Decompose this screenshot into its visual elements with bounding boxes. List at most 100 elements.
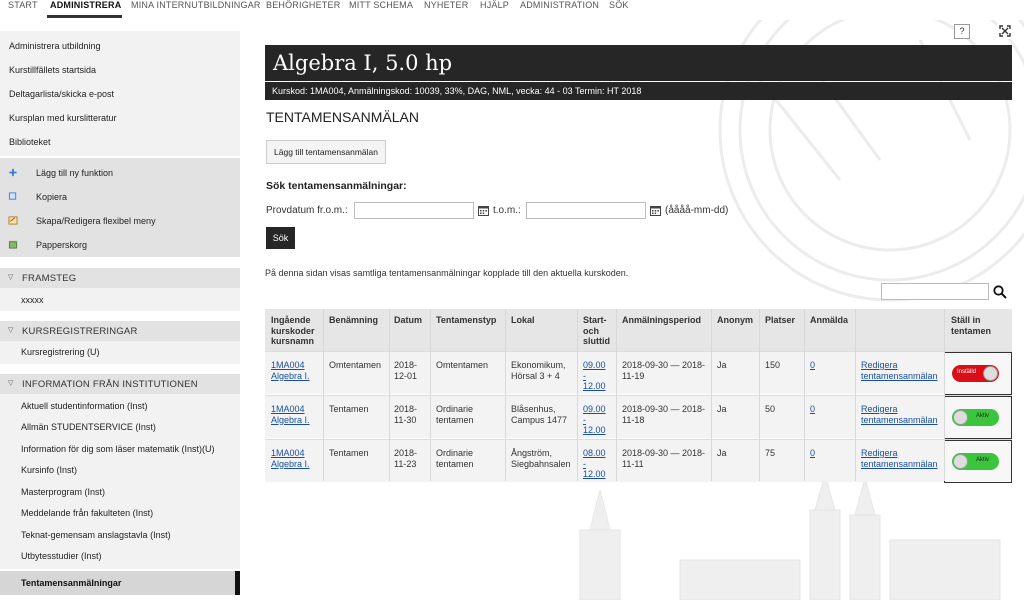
calendar-icon[interactable] [650,205,661,216]
cell-period: 2018-09-30 — 2018-11-11 [622,448,706,469]
info-item[interactable]: Meddelande från fakulteten (Inst) [21,508,153,518]
nav-nyheter[interactable]: NYHETER [424,0,468,10]
search-icon[interactable] [993,285,1007,299]
cell-anonym: Ja [717,404,727,414]
info-item[interactable]: Allmän STUDENTSERVICE (Inst) [21,422,156,432]
sidebar-link-startsida[interactable]: Kurstillfällets startsida [9,65,96,75]
cell-typ: Omtentamen [436,360,489,370]
nav-sok[interactable]: SÖK [609,0,629,10]
edit-registration-link[interactable]: Redigera tentamensanmälan [861,404,941,425]
cell-benamning: Tentamen [329,404,369,414]
sidebar-link-deltagarlista[interactable]: Deltagarlista/skicka e-post [9,89,114,99]
anmalda-link[interactable]: 0 [810,404,815,415]
cell-typ: Ordinarie tentamen [436,404,474,425]
info-item[interactable]: Masterprogram (Inst) [21,487,105,497]
cell-period: 2018-09-30 — 2018-11-19 [622,360,706,381]
info-item[interactable]: Information för dig som läser matematik … [21,444,215,454]
nav-behorigheter[interactable]: BEHÖRIGHETER [266,0,340,10]
info-item[interactable]: Teknat-gemensam anslagstavla (Inst) [21,530,171,540]
tool-trash[interactable]: Papperskorg [36,240,87,250]
section-title: INFORMATION FRÅN INSTITUTIONEN [22,379,198,390]
search-button[interactable]: Sök [266,227,295,249]
calendar-icon[interactable] [478,205,489,216]
fullscreen-icon[interactable] [997,24,1013,39]
kursregistrering-link[interactable]: Kursregistrering (U) [21,347,100,357]
column-divider [616,309,617,481]
help-button[interactable]: ? [954,24,970,39]
section-information-header[interactable]: ▽ INFORMATION FRÅN INSTITUTIONEN [0,374,240,394]
info-item[interactable]: Aktuell studentinformation (Inst) [21,401,148,411]
section-kursregistreringar-header[interactable]: ▽ KURSREGISTRERINGAR [0,321,240,341]
top-navigation: START ADMINISTRERA MINA INTERNUTBILDNING… [0,0,1024,18]
section-kursreg-body: Kursregistrering (U) [0,341,240,364]
nav-mina-internutbildningar[interactable]: MINA INTERNUTBILDNINGAR [131,0,261,10]
course-title: Algebra I, 5.0 hp [273,51,453,75]
nav-administrera[interactable]: ADMINISTRERA [50,0,121,10]
section-framsteg-body: xxxxx [0,288,240,311]
add-exam-registration-button[interactable]: Lägg till tentamensanmälan [266,140,386,164]
edit-registration-link[interactable]: Redigera tentamensanmälan [861,360,941,381]
col-header-tentamenstyp: Tentamenstyp [436,315,497,325]
column-divider [944,309,945,481]
sidebar-link-administrera-utbildning[interactable]: Administrera utbildning [9,41,101,51]
col-header-benamning: Benämning [329,315,379,325]
table-row: 1MA004 Algebra I. Tentamen 2018-11-23 Ord… [265,439,1012,483]
info-item[interactable]: Kursinfo (Inst) [21,465,77,475]
column-divider [430,309,431,481]
section-framsteg-header[interactable]: ▽ FRAMSTEG [0,268,240,288]
anmalda-link[interactable]: 0 [810,360,815,371]
edit-registration-link[interactable]: Redigera tentamensanmälan [861,448,941,469]
edit-menu-icon [8,216,18,225]
cell-anonym: Ja [717,360,727,370]
cell-typ: Ordinarie tentamen [436,448,474,469]
page-title: TENTAMENSANMÄLAN [266,109,419,125]
cell-lokal: Blåsenhus, Campus 1477 [511,404,568,425]
section-information-body: Aktuell studentinformation (Inst) Allmän… [0,394,240,569]
course-code-link[interactable]: 1MA004 Algebra I. [271,448,310,469]
framsteg-item[interactable]: xxxxx [21,295,44,305]
cell-datum: 2018-12-01 [394,360,418,381]
copy-icon [8,192,17,200]
tool-copy[interactable]: Kopiera [36,192,67,202]
section-title: FRAMSTEG [22,273,77,284]
tool-add-function[interactable]: Lägg till ny funktion [36,168,113,178]
nav-hjalp[interactable]: HJÄLP [480,0,509,10]
col-header-lokal: Lokal [511,315,535,325]
trash-icon [8,240,18,249]
exam-status-toggle[interactable]: Inställd [952,365,999,382]
col-header-stall-in: Ställ in tentamen [951,315,992,336]
toggle-knob [953,454,968,469]
city-skyline-watermark [579,473,1001,600]
collapse-triangle-icon: ▽ [8,327,14,334]
collapse-triangle-icon: ▽ [8,380,14,387]
nav-start[interactable]: START [8,0,38,10]
sidebar-link-biblioteket[interactable]: Biblioteket [9,137,51,147]
time-link[interactable]: 08.00-12.00 [583,448,606,480]
plus-icon [9,168,17,177]
from-date-input[interactable] [354,202,474,219]
to-date-label: t.o.m.: [493,205,521,216]
section-title: KURSREGISTRERINGAR [22,326,138,337]
page-description: På denna sidan visas samtliga tentamensa… [265,268,629,278]
tool-edit-menu[interactable]: Skapa/Redigera flexibel meny [36,216,156,226]
sidebar-item-tentamensanmalningar[interactable]: Tentamensanmälningar [0,571,240,595]
info-item[interactable]: Utbytesstudier (Inst) [21,551,102,561]
time-link[interactable]: 09.00-12.00 [583,360,606,392]
sidebar-link-kursplan[interactable]: Kursplan med kurslitteratur [9,113,117,123]
course-code-link[interactable]: 1MA004 Algebra I. [271,404,310,425]
table-search-input[interactable] [881,283,989,300]
cell-anonym: Ja [717,448,727,458]
cell-platser: 50 [765,404,776,414]
col-header-platser: Platser [765,315,796,325]
toggle-label: Inställd [957,369,977,375]
nav-mitt-schema[interactable]: MITT SCHEMA [349,0,413,10]
to-date-input[interactable] [526,202,646,219]
course-code-link[interactable]: 1MA004 Algebra I. [271,360,310,381]
time-link[interactable]: 09.00-12.00 [583,404,606,436]
exam-status-toggle[interactable]: Aktiv [952,453,999,470]
nav-administration[interactable]: ADMINISTRATION [520,0,599,10]
anmalda-link[interactable]: 0 [810,448,815,459]
column-divider [759,309,760,481]
exam-status-toggle[interactable]: Aktiv [952,409,999,426]
column-divider [389,309,390,481]
